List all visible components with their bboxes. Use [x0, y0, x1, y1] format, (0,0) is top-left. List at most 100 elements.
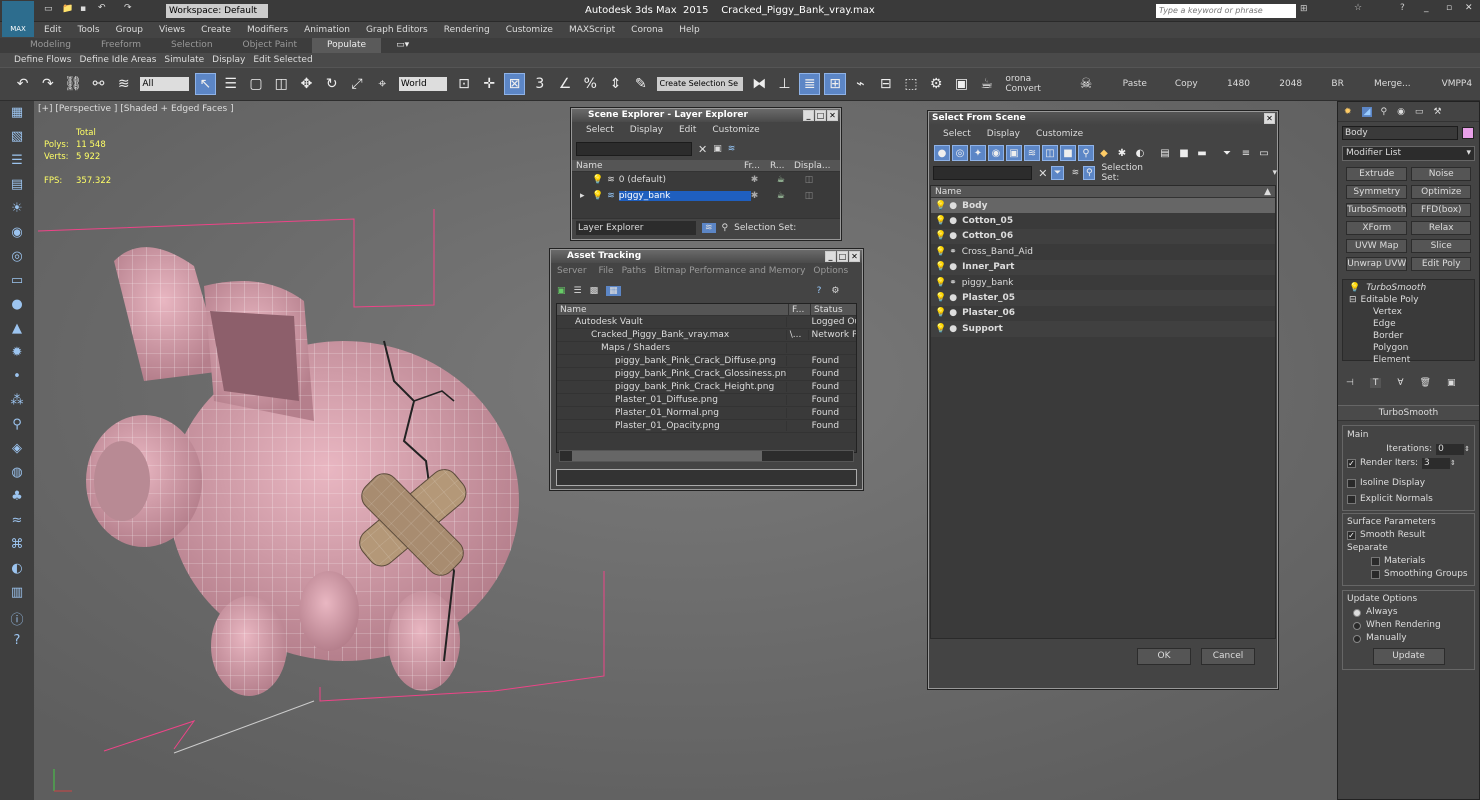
particles-icon[interactable]: ⁂ [6, 393, 28, 413]
simulate-button[interactable]: Simulate [160, 53, 208, 67]
render-setup-icon[interactable]: ⚙ [926, 73, 947, 95]
refresh-icon[interactable]: ▣ [557, 286, 566, 296]
close-icon[interactable]: ✕ [1264, 113, 1275, 124]
vmpp4-button[interactable]: VMPP4 [1442, 79, 1480, 89]
snap-icon[interactable]: 3 [529, 73, 550, 95]
funnel-clear-icon[interactable]: ▭ [1256, 145, 1272, 161]
always-radio[interactable] [1353, 608, 1361, 617]
new-icon[interactable]: ▭ [44, 4, 53, 14]
workspace-dropdown[interactable]: Workspace: Default [166, 4, 268, 18]
star-icon[interactable]: ☆ [1354, 3, 1362, 13]
box-icon[interactable]: ▭ [6, 273, 28, 293]
sphere-icon[interactable]: ● [6, 297, 28, 317]
link-icon[interactable]: ⛓ [63, 73, 84, 95]
filter-containers-icon[interactable]: ◆ [1096, 145, 1112, 161]
filter-geometry-icon[interactable]: ● [934, 145, 950, 161]
freeze-icon[interactable]: ✱ [751, 191, 777, 201]
modifier-button[interactable]: TurboSmooth [1346, 203, 1408, 217]
align-icon[interactable]: ⊥ [774, 73, 795, 95]
define-flows-button[interactable]: Define Flows [0, 53, 75, 67]
select-manipulate-icon[interactable]: ✛ [479, 73, 500, 95]
thumbnail-icon[interactable]: ▩ [590, 286, 599, 296]
render-teapot-icon[interactable]: ☕ [777, 191, 805, 201]
height-2048-button[interactable]: 2048 [1279, 79, 1331, 89]
sort-icon[interactable]: ▲ [1264, 186, 1271, 198]
clear-icon[interactable]: ✕ [1038, 167, 1047, 180]
remove-modifier-icon[interactable]: 🗑 [1420, 378, 1431, 388]
help-icon[interactable]: ? [817, 286, 822, 296]
configure-sets-icon[interactable]: ▣ [1447, 378, 1456, 388]
selection-filter-dropdown[interactable]: All [140, 77, 189, 91]
scene-object-row[interactable]: 💡 ⚭ piggy_bank [931, 274, 1275, 291]
spinner-snap-icon[interactable]: ⇕ [605, 73, 626, 95]
scene-object-row[interactable]: 💡 ● Cotton_05 [931, 213, 1275, 229]
corona-convert-button[interactable]: orona Convert [1005, 74, 1067, 94]
list-view-icon[interactable]: ☰ [574, 286, 582, 296]
layers-toggle-icon[interactable]: ≋ [702, 222, 716, 233]
scale-icon[interactable]: ⤢ [346, 73, 367, 95]
select-scene-title[interactable]: Select From Scene ✕ [929, 112, 1277, 125]
bulb-icon[interactable]: 💡 [592, 175, 603, 185]
scene-object-row[interactable]: 💡 ● Support [931, 321, 1275, 337]
mesh-icon[interactable]: ◈ [6, 441, 28, 461]
stack-turbosmooth[interactable]: TurboSmooth [1366, 282, 1426, 294]
modifier-button[interactable]: UVW Map [1346, 239, 1408, 253]
layer-row[interactable]: 💡 ≋ 0 (default) ✱ ☕ ◫ [572, 172, 840, 188]
scene-object-row[interactable]: 💡 ⚭ Cross_Band_Aid [931, 244, 1275, 260]
scene-object-row[interactable]: 💡 ● Plaster_06 [931, 305, 1275, 322]
tab-populate[interactable]: Populate [311, 38, 382, 53]
menu-bitmap[interactable]: Bitmap Performance and Memory [650, 263, 809, 279]
info-icon[interactable]: ⓘ [6, 609, 28, 629]
window-crossing-icon[interactable]: ◫ [271, 73, 292, 95]
menu-customize[interactable]: Customize [704, 122, 767, 138]
menu-item[interactable]: Customize [498, 22, 561, 38]
open-icon[interactable]: 📁 [62, 4, 73, 14]
scene-explorer-window[interactable]: Scene Explorer - Layer Explorer _ □ ✕ Sele… [571, 108, 841, 240]
utilities-tab-icon[interactable]: ⚒ [1433, 107, 1441, 117]
materials-checkbox[interactable] [1371, 557, 1380, 566]
edit-named-sel-icon[interactable]: ✎ [630, 73, 651, 95]
menu-item[interactable]: MAXScript [561, 22, 623, 38]
close-icon[interactable]: ✕ [1465, 3, 1473, 13]
menu-item[interactable]: Create [193, 22, 239, 38]
redo-icon[interactable]: ↷ [37, 73, 58, 95]
material-icon[interactable]: ◐ [6, 561, 28, 581]
create-tab-icon[interactable]: ✹ [1344, 107, 1352, 117]
render-teapot-icon[interactable]: ☕ [777, 175, 805, 185]
tab-selection[interactable]: Selection [156, 38, 227, 53]
menu-item[interactable]: Graph Editors [358, 22, 436, 38]
asset-row[interactable]: Plaster_01_Diffuse.png Found [557, 394, 856, 407]
filter-spacewarps-icon[interactable]: ≋ [1024, 145, 1040, 161]
bulb-icon[interactable]: 💡 [935, 231, 946, 241]
schematic-view-icon[interactable]: ⊟ [875, 73, 896, 95]
bulb-icon[interactable]: 💡 [935, 216, 946, 226]
br-button[interactable]: BR [1331, 79, 1374, 89]
globe-icon[interactable]: ◍ [6, 465, 28, 485]
select-by-name-icon[interactable]: ☰ [220, 73, 241, 95]
bulb-icon[interactable]: 💡 [935, 201, 946, 211]
filter-hidden-icon[interactable]: ◐ [1132, 145, 1148, 161]
update-button[interactable]: Update [1372, 648, 1445, 665]
binoculars-icon[interactable]: ⊞ [1300, 4, 1308, 14]
asset-row[interactable]: Plaster_01_Normal.png Found [557, 407, 856, 420]
ref-coord-dropdown[interactable]: World [398, 77, 448, 91]
modify-tab-icon[interactable]: ◢ [1361, 106, 1373, 117]
material-editor-icon[interactable]: ⬚ [900, 73, 921, 95]
cloth-icon[interactable]: ⌘ [6, 537, 28, 557]
paste-button[interactable]: Paste [1123, 79, 1175, 89]
bulb-icon[interactable]: 💡 [1349, 282, 1360, 294]
selection-set-label[interactable]: Selection Set: [734, 223, 796, 233]
curve-editor-icon[interactable]: ⌁ [850, 73, 871, 95]
menu-edit[interactable]: Edit [671, 122, 704, 138]
light-icon[interactable]: ☀ [6, 201, 28, 221]
grid-icon[interactable]: ▤ [6, 177, 28, 197]
skull-icon[interactable]: ☠ [1075, 73, 1096, 95]
filter-xrefs-icon[interactable]: ■ [1060, 145, 1076, 161]
isoline-checkbox[interactable] [1347, 478, 1356, 488]
asset-tracking-title[interactable]: Asset Tracking _ □ ✕ [551, 250, 862, 263]
selection-set-label[interactable]: Selection Set: [1101, 163, 1154, 183]
scene-object-row[interactable]: 💡 ● Body [931, 198, 1275, 214]
ribbon-options-icon[interactable]: ▭▾ [381, 38, 424, 53]
bulb-icon[interactable]: 💡 [592, 191, 603, 201]
display-none-icon[interactable]: ■ [1176, 145, 1192, 161]
